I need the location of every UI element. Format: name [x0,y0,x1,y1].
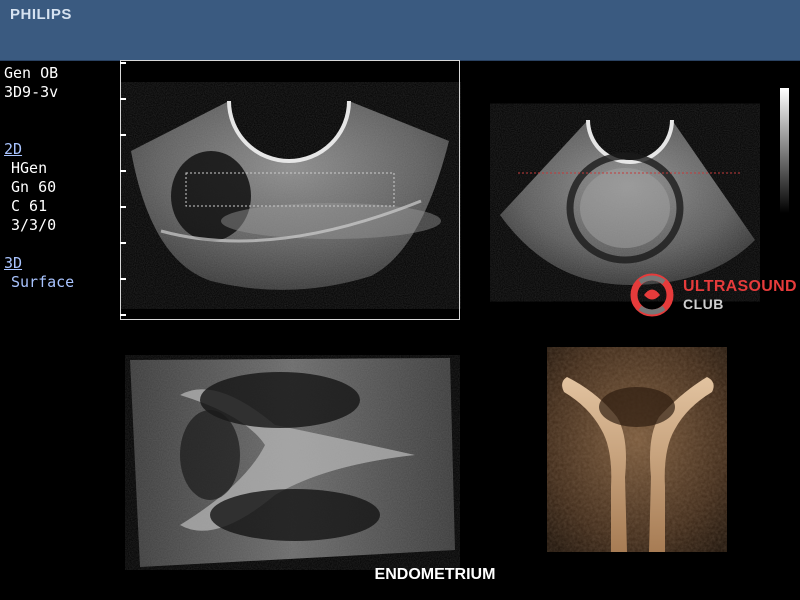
depth-ruler [120,60,130,320]
grayscale-bar [780,88,789,213]
probe-label: 3D9-3v [4,83,59,101]
ultrasound-club-logo: ULTRASOUND CLUB [628,270,798,320]
pane-a-sagittal-view[interactable] [120,60,460,320]
mode-3d-header: 3D [4,254,23,272]
compression-label: C 61 [11,197,48,215]
preset-label: Gen OB [4,64,59,82]
brand-logo-text: PHILIPS [10,6,72,23]
image-caption: ENDOMETRIUM [374,566,496,583]
persist-label: 3/3/0 [11,216,57,234]
mode-2d-header: 2D [4,140,23,158]
pane-d-surface-render[interactable] [547,347,727,552]
harmonic-label: HGen [11,159,48,177]
logo-line-2: CLUB [683,296,724,312]
render-mode-label: Surface [11,273,75,291]
header-bar: PHILIPS [0,0,800,61]
logo-line-1: ULTRASOUND [683,278,797,295]
gain-label: Gn 60 [11,178,57,196]
acquisition-params: Gen OB 3D9-3v 2D HGen Gn 60 C 61 3/3/0 3… [4,64,114,292]
pane-c-coronal-view[interactable] [125,355,460,570]
ultrasound-club-logo-icon [628,272,676,318]
